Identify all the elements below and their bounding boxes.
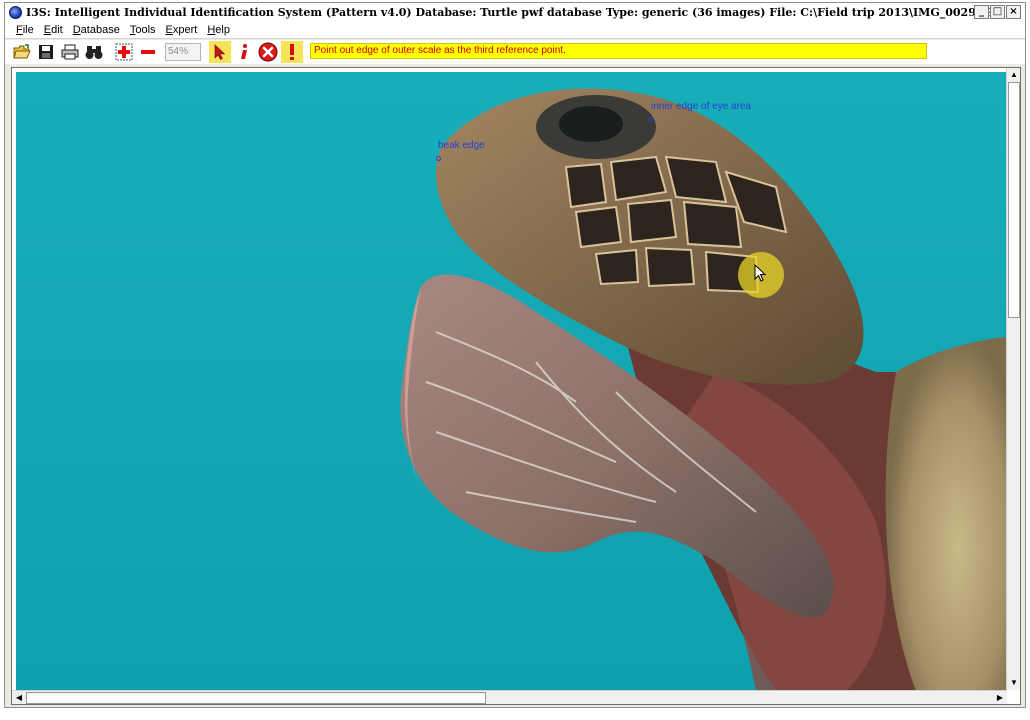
app-window: I3S: Intelligent Individual Identificati… xyxy=(4,2,1026,708)
menu-tools[interactable]: Tools xyxy=(125,24,161,36)
info-icon xyxy=(241,44,247,59)
app-icon xyxy=(9,6,22,19)
save-icon xyxy=(39,45,53,59)
window-title: I3S: Intelligent Individual Identificati… xyxy=(26,6,1003,19)
vertical-scrollbar[interactable]: ▲ ▼ xyxy=(1006,68,1020,690)
title-bar[interactable]: I3S: Intelligent Individual Identificati… xyxy=(5,3,1025,22)
remove-point-button[interactable] xyxy=(137,41,159,63)
vertical-scroll-thumb[interactable] xyxy=(1008,82,1020,318)
horizontal-scrollbar[interactable]: ◀ ▶ xyxy=(12,690,1007,704)
window-controls: _ □ × xyxy=(974,5,1021,19)
cancel-icon xyxy=(258,42,278,62)
scroll-down-arrow[interactable]: ▼ xyxy=(1007,676,1021,690)
save-button[interactable] xyxy=(35,41,57,63)
mouse-pointer-icon xyxy=(754,264,767,282)
horizontal-scroll-thumb[interactable] xyxy=(26,692,486,704)
menu-file[interactable]: File xyxy=(11,24,39,36)
find-button[interactable] xyxy=(83,41,105,63)
add-point-button[interactable] xyxy=(113,41,135,63)
print-button[interactable] xyxy=(59,41,81,63)
open-folder-icon xyxy=(13,44,31,59)
beak-edge-point[interactable] xyxy=(436,156,441,161)
warning-button[interactable] xyxy=(281,41,303,63)
select-arrow-icon xyxy=(214,44,226,60)
turtle-image xyxy=(16,72,1006,691)
open-button[interactable] xyxy=(11,41,33,63)
minimize-button[interactable]: _ xyxy=(974,5,989,19)
eye-area-label: inner edge of eye area xyxy=(651,101,752,112)
instruction-message: Point out edge of outer scale as the thi… xyxy=(310,43,927,59)
image-canvas[interactable]: beak edge inner edge of eye area ▲ ▼ ◀ ▶ xyxy=(11,67,1021,705)
zoom-level-field[interactable]: 54% xyxy=(165,43,201,61)
toolbar: 54% Point out edge of outer scale as the… xyxy=(5,40,1025,64)
scroll-up-arrow[interactable]: ▲ xyxy=(1007,68,1021,82)
menu-database[interactable]: Database xyxy=(68,24,125,36)
menu-bar: File Edit Database Tools Expert Help xyxy=(5,22,1025,39)
info-button[interactable] xyxy=(233,41,255,63)
scroll-left-arrow[interactable]: ◀ xyxy=(12,691,26,705)
close-button[interactable]: × xyxy=(1006,5,1021,19)
eye-area-point[interactable] xyxy=(648,117,653,122)
maximize-button[interactable]: □ xyxy=(990,5,1005,19)
scroll-right-arrow[interactable]: ▶ xyxy=(993,691,1007,705)
warning-icon xyxy=(290,44,294,60)
beak-edge-label: beak edge xyxy=(438,140,485,151)
binoculars-icon xyxy=(85,46,103,59)
add-point-icon xyxy=(115,43,133,61)
select-button[interactable] xyxy=(209,41,231,63)
menu-edit[interactable]: Edit xyxy=(39,24,68,36)
menu-help[interactable]: Help xyxy=(202,24,235,36)
menu-expert[interactable]: Expert xyxy=(161,24,203,36)
cancel-button[interactable] xyxy=(257,41,279,63)
turtle-photo[interactable]: beak edge inner edge of eye area xyxy=(16,72,1006,691)
print-icon xyxy=(61,44,79,60)
remove-point-icon xyxy=(141,50,155,54)
